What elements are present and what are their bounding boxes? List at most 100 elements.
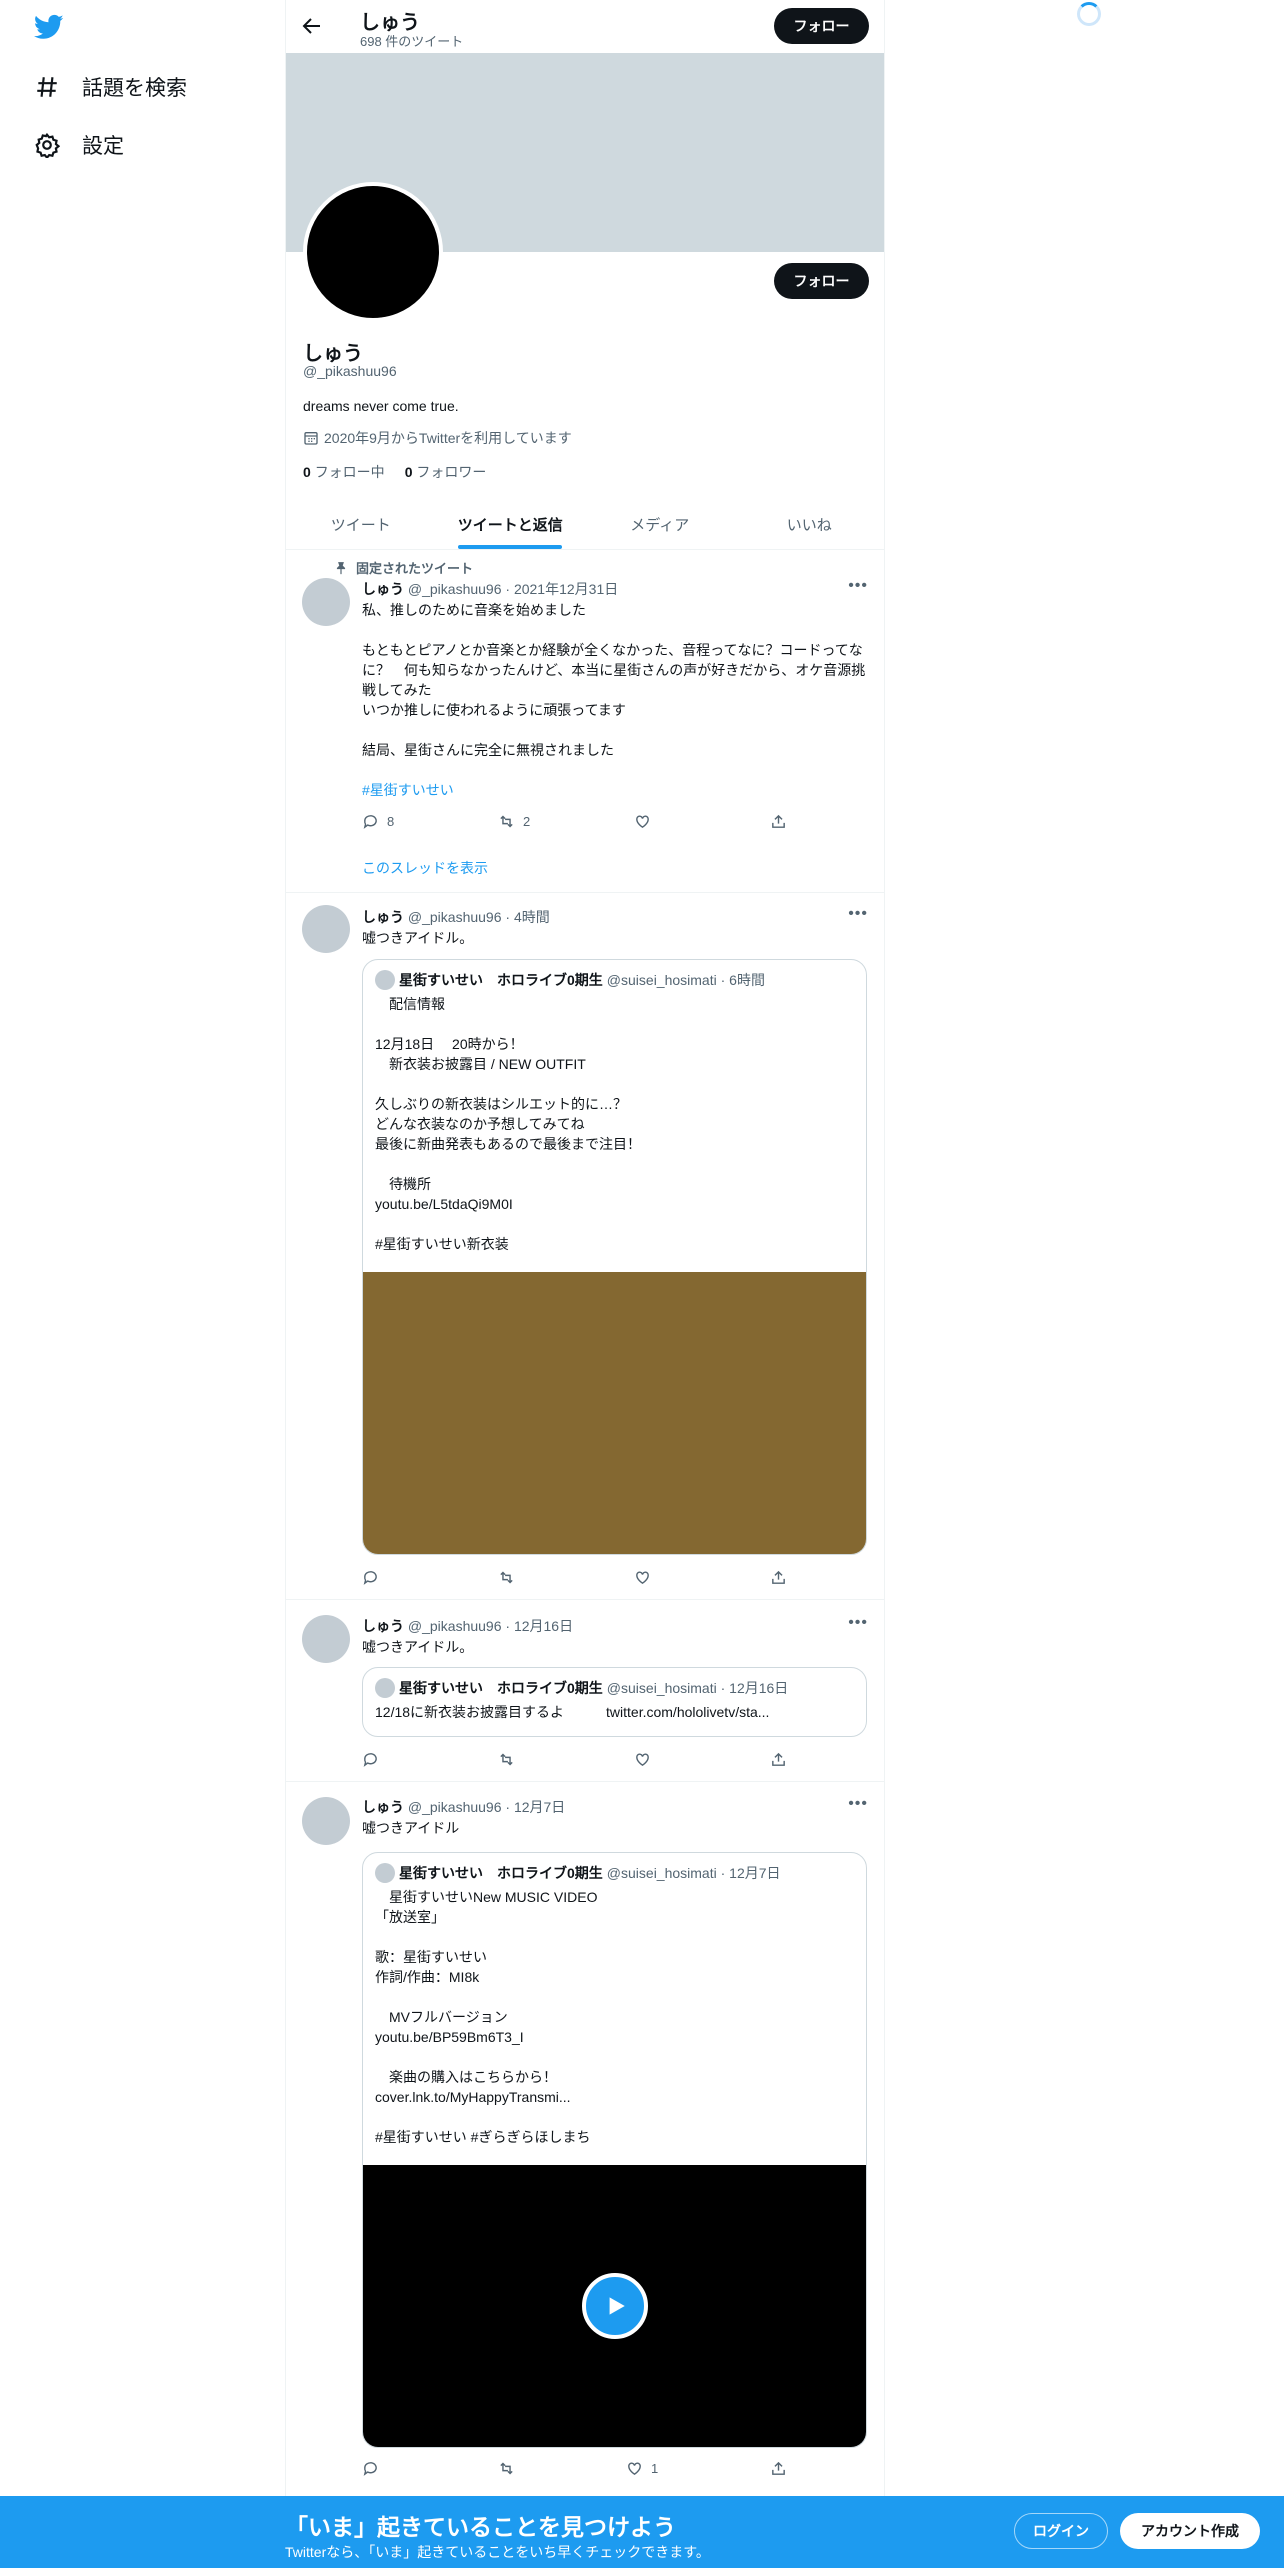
pin-icon <box>336 561 346 574</box>
like-button[interactable] <box>634 1569 659 1586</box>
tweet-actions <box>362 1569 802 1589</box>
profile-bio: dreams never come true. <box>303 398 459 414</box>
share-button[interactable] <box>770 813 787 830</box>
share-button[interactable] <box>770 2460 787 2477</box>
signup-banner-subtitle: Twitterなら、「いま」起きていることをいち早くチェックできます。 <box>285 2544 710 2560</box>
retweet-icon <box>500 1753 513 1766</box>
avatar[interactable] <box>302 578 350 626</box>
more-options-icon[interactable]: ••• <box>848 1795 868 1813</box>
tab-tweets-and-replies[interactable]: ツイートと返信 <box>436 500 586 549</box>
tab-media[interactable]: メディア <box>585 500 735 549</box>
quoted-tweet[interactable]: 星街すいせい ホロライブ0期生 @suisei_hosimati · 12月7日 … <box>362 1852 867 2448</box>
profile-follow-button[interactable]: フォロー <box>774 263 869 299</box>
quoted-tweet[interactable]: 星街すいせい ホロライブ0期生 @suisei_hosimati · 12月16日… <box>362 1667 867 1737</box>
share-icon <box>772 1570 785 1584</box>
tweet-text: 嘘つきアイドル <box>362 1820 460 1836</box>
retweet-button[interactable]: 2 <box>498 813 530 830</box>
tweet-author[interactable]: しゅう <box>362 1618 404 1634</box>
tweet[interactable]: 固定されたツイート しゅう @_pikashuu96 · 2021年12月31日… <box>286 551 884 893</box>
header-tweet-count: 698 件のツイート <box>360 34 464 49</box>
tab-tweets[interactable]: ツイート <box>286 500 436 549</box>
tweet-text: 嘘つきアイドル。 <box>362 930 474 946</box>
tweet-meta[interactable]: @_pikashuu96 · 12月7日 <box>408 1799 565 1815</box>
tweet[interactable]: しゅう @_pikashuu96 · 4時間 ••• 嘘つきアイドル。 星街すい… <box>286 893 884 1600</box>
loading-spinner-icon <box>1077 2 1101 26</box>
signup-button[interactable]: アカウント作成 <box>1120 2513 1260 2549</box>
reply-button[interactable]: 8 <box>362 813 394 830</box>
tweet[interactable]: しゅう @_pikashuu96 · 12月16日 ••• 嘘つきアイドル。 星… <box>286 1600 884 1782</box>
quoted-tweet[interactable]: 星街すいせい ホロライブ0期生 @suisei_hosimati · 6時間 配信… <box>362 959 867 1555</box>
profile-tabs: ツイート ツイートと返信 メディア いいね <box>286 500 884 550</box>
retweet-count: 2 <box>523 814 531 829</box>
reply-button[interactable] <box>362 2460 387 2477</box>
tweet-hashtag[interactable]: #星街すいせい <box>362 780 867 800</box>
like-button[interactable] <box>634 813 659 830</box>
signup-banner: 「いま」起きていることを見つけよう Twitterなら、「いま」起きていることを… <box>0 2496 1284 2568</box>
following-count: 0 <box>303 464 311 480</box>
quote-header: 星街すいせい ホロライブ0期生 @suisei_hosimati · 6時間 <box>375 970 765 990</box>
following-link[interactable]: 0 フォロー中 <box>303 462 385 482</box>
retweet-button[interactable] <box>498 1569 523 1586</box>
avatar[interactable] <box>302 1797 350 1845</box>
retweet-icon <box>500 1571 513 1584</box>
login-button[interactable]: ログイン <box>1014 2513 1108 2549</box>
share-icon <box>772 1752 785 1766</box>
like-button[interactable] <box>634 1751 659 1768</box>
quote-avatar <box>375 1863 395 1883</box>
tweet-meta[interactable]: @_pikashuu96 · 12月16日 <box>408 1618 573 1634</box>
reply-icon <box>363 1753 377 1767</box>
sidebar-item-explore[interactable]: 話題を検索 <box>34 72 187 102</box>
tab-likes[interactable]: いいね <box>735 500 885 549</box>
quote-author: 星街すいせい ホロライブ0期生 <box>399 972 603 988</box>
reply-button[interactable] <box>362 1751 387 1768</box>
tweet-text: 嘘つきアイドル。 <box>362 1639 474 1655</box>
tweet-meta[interactable]: @_pikashuu96 · 4時間 <box>408 909 550 925</box>
sidebar-item-settings[interactable]: 設定 <box>34 130 124 160</box>
quote-header: 星街すいせい ホロライブ0期生 @suisei_hosimati · 12月7日 <box>375 1863 781 1883</box>
avatar[interactable] <box>302 1615 350 1663</box>
retweet-button[interactable] <box>498 1751 523 1768</box>
signup-banner-title: 「いま」起きていることを見つけよう <box>285 2514 676 2540</box>
retweet-icon <box>500 815 513 828</box>
header-follow-button[interactable]: フォロー <box>774 8 869 44</box>
more-options-icon[interactable]: ••• <box>848 577 868 595</box>
quote-text: 12/18に新衣装お披露目するよ twitter.com/hololivetv/… <box>375 1704 770 1720</box>
retweet-button[interactable] <box>498 2460 523 2477</box>
quote-video[interactable] <box>363 2165 866 2447</box>
calendar-icon <box>304 432 318 445</box>
tweet-actions: 8 2 <box>362 813 802 833</box>
retweet-icon <box>500 2462 513 2475</box>
show-thread-link[interactable]: このスレッドを表示 <box>362 858 488 878</box>
quote-media-image[interactable] <box>363 1272 866 1554</box>
reply-icon <box>363 1571 377 1585</box>
followers-link[interactable]: 0 フォロワー <box>405 462 487 482</box>
share-button[interactable] <box>770 1751 787 1768</box>
profile-timeline: しゅう 698 件のツイート フォロー フォロー しゅう @_pikashuu9… <box>285 0 885 2568</box>
tweet-author[interactable]: しゅう <box>362 909 404 925</box>
heart-icon <box>628 2462 641 2476</box>
play-button[interactable] <box>581 2273 648 2339</box>
profile-avatar[interactable] <box>303 182 443 322</box>
tweet-header: しゅう @_pikashuu96 · 12月7日 <box>362 1797 565 1817</box>
tweet-header: しゅう @_pikashuu96 · 2021年12月31日 <box>362 579 618 599</box>
twitter-logo-icon[interactable] <box>32 12 66 42</box>
heart-icon <box>636 1571 649 1585</box>
reply-button[interactable] <box>362 1569 387 1586</box>
tweet[interactable]: しゅう @_pikashuu96 · 12月7日 ••• 嘘つきアイドル 星街す… <box>286 1782 884 2496</box>
tweet-header: しゅう @_pikashuu96 · 4時間 <box>362 907 550 927</box>
quote-text: 配信情報 12月18日 20時から！ 新衣装お披露目 / NEW OUTFIT … <box>375 996 641 1252</box>
like-button[interactable]: 1 <box>626 2460 658 2477</box>
like-count: 1 <box>651 2461 659 2476</box>
pinned-label: 固定されたツイート <box>356 561 474 576</box>
tweet-author[interactable]: しゅう <box>362 581 404 597</box>
tweet-actions: 1 <box>362 2460 802 2480</box>
avatar[interactable] <box>302 905 350 953</box>
more-options-icon[interactable]: ••• <box>848 905 868 923</box>
tweet-meta[interactable]: @_pikashuu96 · 2021年12月31日 <box>408 581 618 597</box>
more-options-icon[interactable]: ••• <box>848 1614 868 1632</box>
share-button[interactable] <box>770 1569 787 1586</box>
followers-count: 0 <box>404 464 413 480</box>
back-arrow-icon[interactable] <box>300 14 324 38</box>
share-icon <box>772 814 785 828</box>
tweet-author[interactable]: しゅう <box>362 1799 404 1815</box>
